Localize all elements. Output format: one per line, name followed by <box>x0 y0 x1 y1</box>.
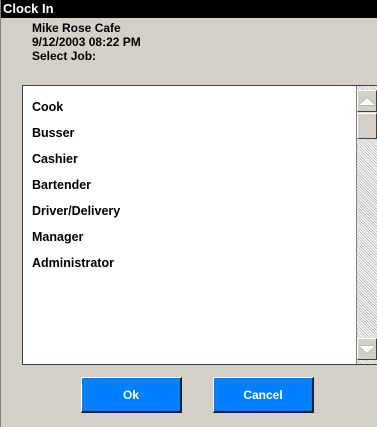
job-item-busser[interactable]: Busser <box>32 121 352 147</box>
info-block: Mike Rose Cafe 9/12/2003 08:22 PM Select… <box>32 21 141 63</box>
job-list-scrollbar[interactable] <box>356 86 377 364</box>
scroll-down-button[interactable] <box>357 338 377 360</box>
job-item-administrator[interactable]: Administrator <box>32 251 352 277</box>
arrow-down-icon <box>359 345 375 353</box>
job-item-cashier[interactable]: Cashier <box>32 147 352 173</box>
clock-in-dialog: Clock In Mike Rose Cafe 9/12/2003 08:22 … <box>0 0 377 427</box>
scroll-up-button[interactable] <box>357 90 377 112</box>
job-item-driver-delivery[interactable]: Driver/Delivery <box>32 199 352 225</box>
window-title: Clock In <box>1 0 377 18</box>
job-item-cook[interactable]: Cook <box>32 95 352 121</box>
job-list: Cook Busser Cashier Bartender Driver/Del… <box>22 85 377 365</box>
select-job-prompt: Select Job: <box>32 49 97 63</box>
current-datetime: 9/12/2003 08:22 PM <box>32 35 141 49</box>
job-item-manager[interactable]: Manager <box>32 225 352 251</box>
restaurant-name: Mike Rose Cafe <box>32 21 121 35</box>
cancel-button[interactable]: Cancel <box>213 377 314 413</box>
ok-button[interactable]: Ok <box>81 377 182 413</box>
job-item-bartender[interactable]: Bartender <box>32 173 352 199</box>
scroll-thumb[interactable] <box>357 113 377 139</box>
job-list-items: Cook Busser Cashier Bartender Driver/Del… <box>32 95 352 277</box>
arrow-up-icon <box>359 97 375 105</box>
